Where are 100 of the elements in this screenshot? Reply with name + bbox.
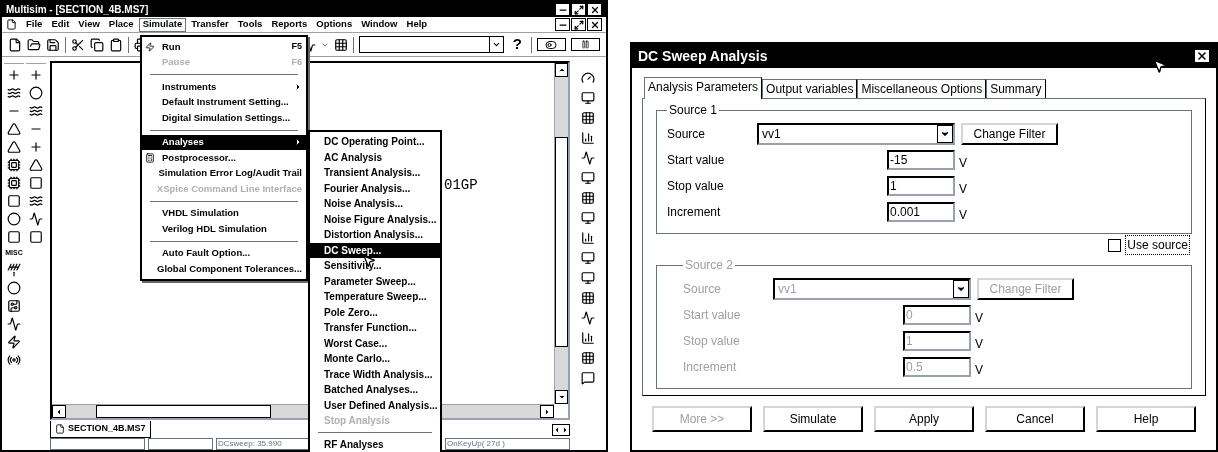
close-button[interactable] <box>587 18 602 31</box>
circle-icon[interactable] <box>29 86 43 100</box>
monitor-icon[interactable] <box>581 91 595 105</box>
new-file-icon[interactable] <box>8 37 22 52</box>
bar-chart-icon[interactable] <box>581 331 595 345</box>
copy-icon[interactable] <box>89 37 104 52</box>
minimize-button[interactable] <box>555 18 570 31</box>
pulse-icon[interactable] <box>29 212 43 226</box>
menu-title[interactable]: Reports <box>267 17 312 32</box>
help-button[interactable]: ? <box>508 33 526 56</box>
menu-item[interactable]: AC Analysis <box>310 149 440 165</box>
tab[interactable]: Miscellaneous Options <box>857 79 987 98</box>
tab[interactable]: Output variables <box>762 79 858 98</box>
document-tab[interactable]: SECTION_4B.MS7 <box>50 421 151 438</box>
menu-item[interactable]: RF Analyses <box>310 436 440 452</box>
clipboard-icon[interactable] <box>108 37 123 52</box>
toolbar-combo-box[interactable] <box>359 36 504 53</box>
menu-item[interactable]: Temperature Sweep... <box>310 289 440 305</box>
triangle-icon[interactable] <box>7 122 21 136</box>
wave-icon[interactable] <box>29 194 43 208</box>
menu-item[interactable]: Default Instrument Setting... <box>142 94 306 110</box>
source-dropdown[interactable]: vv1 <box>757 123 955 145</box>
save-icon[interactable] <box>46 37 60 52</box>
menu-item[interactable]: Fourier Analysis... <box>310 180 440 196</box>
maximize-button[interactable] <box>571 18 586 31</box>
menu-item[interactable]: Simulation Error Log/Audit Trail <box>142 165 306 181</box>
menu-title[interactable]: Transfer <box>187 17 233 32</box>
menu-item[interactable]: Transfer Function... <box>310 320 440 336</box>
menu-item[interactable]: Transient Analysis... <box>310 165 440 181</box>
menu-item[interactable]: Verilog HDL Simulation <box>142 221 306 237</box>
menu-title[interactable]: Help <box>402 17 432 32</box>
circle-icon[interactable] <box>7 280 21 295</box>
pulse-icon[interactable] <box>581 311 595 325</box>
menu-title[interactable]: Window <box>357 17 402 32</box>
menu-title[interactable]: File <box>22 17 47 32</box>
menu-item[interactable]: Postprocessor... <box>142 150 306 166</box>
menu-item[interactable]: Worst Case... <box>310 335 440 351</box>
menu-item[interactable]: Run F5 <box>142 39 306 55</box>
triangle-icon[interactable] <box>7 140 21 154</box>
menu-item[interactable]: Distortion Analysis... <box>310 227 440 243</box>
chip-icon[interactable] <box>7 176 21 190</box>
square-icon[interactable] <box>7 230 21 244</box>
dialog-button[interactable]: Simulate <box>763 406 863 432</box>
gauge-icon[interactable] <box>581 71 595 85</box>
bar-chart-icon[interactable] <box>581 131 595 145</box>
circle-icon[interactable] <box>7 212 21 226</box>
menu-item[interactable]: VHDL Simulation <box>142 205 306 221</box>
close-button[interactable] <box>1194 49 1210 63</box>
menu-item[interactable]: Noise Figure Analysis... <box>310 211 440 227</box>
menu-title[interactable]: Options <box>312 17 357 32</box>
value-field[interactable]: -15 <box>887 150 955 170</box>
wave-icon[interactable] <box>7 86 21 100</box>
wave-icon[interactable] <box>29 104 43 118</box>
grid-icon[interactable] <box>334 37 349 52</box>
pause-button[interactable] <box>571 38 600 51</box>
tab[interactable]: Summary <box>986 79 1046 98</box>
menu-item[interactable]: Batched Analyses... <box>310 382 440 398</box>
plus-icon[interactable] <box>29 140 43 154</box>
plus-icon[interactable] <box>29 68 43 82</box>
tab-scroll-buttons[interactable] <box>552 424 570 436</box>
value-field[interactable]: 0.001 <box>887 202 955 222</box>
menu-title[interactable]: Edit <box>47 17 74 32</box>
menu-title[interactable]: Place <box>104 17 138 32</box>
menu-title[interactable]: Simulate <box>138 17 187 32</box>
grid-icon[interactable] <box>581 291 595 305</box>
board-icon[interactable] <box>7 298 21 313</box>
monitor-icon[interactable] <box>581 251 595 265</box>
menu-item[interactable]: Pole Zero... <box>310 304 440 320</box>
checkbox[interactable] <box>1108 238 1122 252</box>
plus-icon[interactable] <box>7 68 21 82</box>
menu-title[interactable]: View <box>74 17 104 32</box>
menu-item[interactable]: Parameter Sweep... <box>310 273 440 289</box>
menu-item[interactable]: Digital Simulation Settings... <box>142 110 306 126</box>
menu-item[interactable]: Global Component Tolerances... <box>142 261 306 277</box>
tab[interactable]: Analysis Parameters <box>644 77 763 99</box>
dialog-button[interactable]: Help <box>1096 406 1196 432</box>
bar-chart-icon[interactable] <box>581 231 595 245</box>
menu-item[interactable]: Instruments <box>142 79 306 95</box>
menu-item[interactable]: DC Sweep... <box>310 242 440 258</box>
menu-item[interactable]: Sensitivity... <box>310 258 440 274</box>
dialog-button[interactable]: Apply <box>874 406 974 432</box>
vertical-scrollbar[interactable] <box>554 63 568 404</box>
radio-icon[interactable] <box>7 352 21 367</box>
value-field[interactable]: 1 <box>887 176 955 196</box>
monitor-icon[interactable] <box>581 271 595 285</box>
pulse-icon[interactable] <box>581 151 595 165</box>
checkbox-label[interactable]: Use source <box>1125 235 1190 255</box>
caret-icon[interactable] <box>321 40 330 49</box>
grid-icon[interactable] <box>581 111 595 125</box>
menu-item[interactable]: DC Operating Point... <box>310 134 440 150</box>
monitor-icon[interactable] <box>581 171 595 185</box>
menu-item[interactable]: Auto Fault Option... <box>142 245 306 261</box>
scissors-icon[interactable] <box>70 37 85 52</box>
square-icon[interactable] <box>29 176 43 190</box>
menu-item[interactable]: Trace Width Analysis... <box>310 366 440 382</box>
grid-icon[interactable] <box>581 191 595 205</box>
menu-item[interactable]: User Defined Analysis... <box>310 397 440 413</box>
run-button[interactable] <box>537 38 566 51</box>
menu-item[interactable]: Analyses <box>142 134 306 150</box>
lightning-icon[interactable] <box>7 334 21 349</box>
